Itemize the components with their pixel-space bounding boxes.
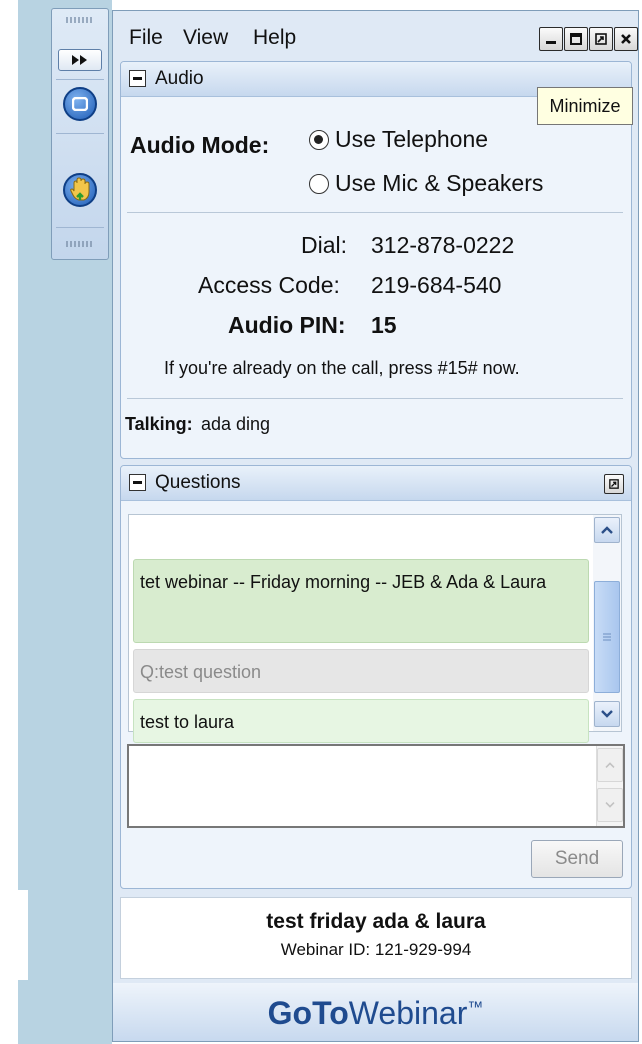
logo-goto: GoTo (267, 994, 349, 1031)
toolbar-divider (56, 227, 104, 228)
webinar-info: test friday ada & laura Webinar ID: 121-… (120, 897, 632, 979)
scroll-thumb[interactable] (594, 581, 620, 693)
questions-scrollbar[interactable] (593, 515, 621, 731)
talking-name: ada ding (201, 414, 271, 434)
audio-pin-label: Audio PIN: (228, 312, 346, 338)
talking-label: Talking: (125, 414, 193, 434)
webinar-id: Webinar ID: 121-929-994 (280, 940, 472, 959)
use-mic-speakers-label[interactable]: Use Mic & Speakers (335, 170, 543, 197)
audio-panel-title: Audio (155, 68, 204, 89)
control-panel-window: File View Help Minimize Audio Audio Mode… (112, 10, 639, 1042)
toolbar-divider (56, 133, 104, 134)
grip-lines-icon (603, 633, 611, 641)
gotowebinar-logo: GoToWebinar™ (268, 995, 484, 1032)
chevron-up-icon (601, 526, 613, 534)
logo-tm: ™ (467, 998, 484, 1016)
menu-bar: File View Help (113, 11, 638, 57)
compose-scroll-down[interactable] (597, 788, 623, 822)
audio-pin-value: 15 (371, 312, 397, 338)
use-telephone-radio[interactable] (309, 130, 329, 150)
screen-icon (72, 97, 88, 111)
questions-panel-header: Questions (121, 466, 631, 501)
menu-file[interactable]: File (129, 26, 163, 50)
audio-divider (127, 398, 623, 399)
chevron-down-icon (601, 710, 613, 718)
question-message: Q:test question (133, 649, 589, 693)
use-mic-speakers-radio[interactable] (309, 174, 329, 194)
audio-mode-label: Audio Mode: (130, 132, 270, 158)
minimize-tooltip: Minimize (537, 87, 633, 125)
chevron-up-icon (605, 762, 615, 768)
question-input[interactable] (127, 744, 625, 828)
restore-icon (595, 33, 607, 45)
questions-collapse-button[interactable] (129, 474, 146, 491)
brand-footer: GoToWebinar™ (113, 983, 638, 1041)
scroll-down-button[interactable] (594, 701, 620, 727)
questions-log[interactable]: tet webinar -- Friday morning -- JEB & A… (128, 514, 622, 743)
close-button[interactable] (614, 27, 638, 51)
menu-view[interactable]: View (183, 26, 228, 50)
expand-panel-button[interactable] (58, 49, 102, 71)
dial-number: 312-878-0222 (371, 232, 515, 258)
menu-help[interactable]: Help (253, 26, 296, 50)
webinar-title: test friday ada & laura (266, 910, 486, 933)
compose-scrollbar[interactable] (596, 746, 623, 826)
minus-icon (133, 77, 142, 80)
access-code-label: Access Code: (198, 272, 340, 298)
use-telephone-label[interactable]: Use Telephone (335, 126, 488, 153)
questions-panel: Questions tet webinar -- Friday morning … (120, 465, 632, 889)
maximize-button[interactable] (564, 27, 588, 51)
questions-popout-button[interactable] (604, 474, 624, 494)
screen-sharing-button[interactable] (63, 87, 97, 121)
questions-panel-title: Questions (155, 472, 241, 493)
restore-button[interactable] (589, 27, 613, 51)
raise-hand-icon (70, 177, 90, 201)
logo-webinar: Webinar (348, 994, 468, 1031)
control-toolbar (51, 8, 109, 260)
minimize-icon (546, 41, 556, 44)
audio-divider (127, 212, 623, 213)
question-message: tet webinar -- Friday morning -- JEB & A… (133, 559, 589, 643)
dial-label: Dial: (301, 232, 348, 258)
maximize-icon (570, 33, 582, 45)
close-icon (621, 34, 631, 44)
popout-icon (609, 479, 619, 489)
toolbar-grip-top[interactable] (66, 17, 94, 23)
desktop-glyph (18, 890, 28, 980)
raise-hand-button[interactable] (63, 173, 97, 207)
send-button[interactable]: Send (531, 840, 623, 878)
access-code-value: 219-684-540 (371, 272, 502, 298)
toolbar-divider (56, 79, 104, 80)
already-on-call-note: If you're already on the call, press #15… (164, 358, 520, 378)
question-message: test to laura (133, 699, 589, 743)
chevron-down-icon (605, 802, 615, 808)
fast-forward-icon (72, 55, 87, 65)
compose-scroll-up[interactable] (597, 748, 623, 782)
minus-icon (133, 481, 142, 484)
scroll-up-button[interactable] (594, 517, 620, 543)
audio-collapse-button[interactable] (129, 70, 146, 87)
toolbar-grip-bottom[interactable] (66, 241, 94, 247)
minimize-button[interactable] (539, 27, 563, 51)
